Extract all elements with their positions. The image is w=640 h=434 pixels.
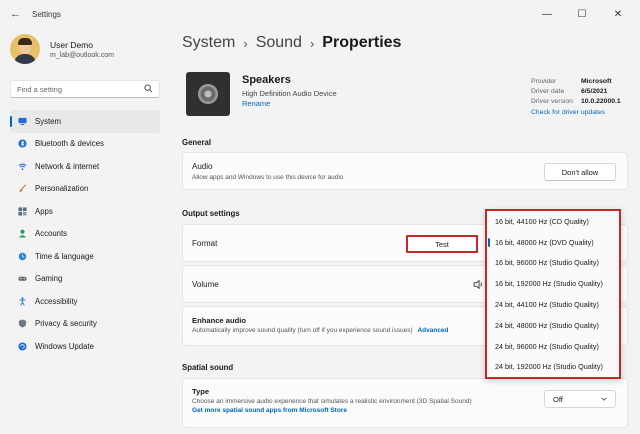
search-input[interactable]: Find a setting: [10, 80, 160, 98]
person-icon: [18, 229, 27, 238]
globe-clock-icon: [18, 252, 27, 261]
output-settings-heading: Output settings: [182, 209, 240, 218]
device-name: Speakers: [242, 74, 291, 86]
enhance-audio-subtitle: Automatically improve sound quality (tur…: [192, 327, 449, 334]
provider-value: Microsoft: [581, 77, 612, 85]
breadcrumb-system[interactable]: System: [182, 34, 235, 52]
sidebar-item-label: Accounts: [35, 229, 68, 239]
sidebar-item-time-language[interactable]: Time & language: [10, 245, 160, 268]
general-heading: General: [182, 138, 212, 147]
user-name: User Demo: [50, 39, 93, 50]
type-title: Type: [192, 387, 210, 396]
sidebar-item-label: Accessibility: [35, 296, 78, 306]
driver-date-value: 6/5/2021: [581, 87, 608, 95]
user-email: m_lab@outlook.com: [50, 51, 114, 59]
dont-allow-button[interactable]: Don't allow: [544, 163, 616, 181]
driver-date-label: Driver date: [531, 87, 565, 95]
sidebar-item-label: Apps: [35, 206, 53, 216]
sidebar-item-windows-update[interactable]: Windows Update: [10, 335, 160, 358]
sidebar-item-apps[interactable]: Apps: [10, 200, 160, 223]
advanced-link[interactable]: Advanced: [417, 327, 448, 334]
format-option[interactable]: 16 bit, 192000 Hz (Studio Quality): [487, 273, 619, 294]
spatial-sound-heading: Spatial sound: [182, 363, 234, 372]
format-option[interactable]: 24 bit, 48000 Hz (Studio Quality): [487, 315, 619, 336]
page-title: Properties: [322, 34, 402, 51]
back-arrow-icon[interactable]: ←: [10, 8, 24, 20]
format-option[interactable]: 24 bit, 192000 Hz (Studio Quality): [487, 357, 619, 378]
driver-info: Provider Microsoft Driver date 6/5/2021 Dr…: [531, 76, 621, 117]
audio-card: Audio Allow apps and Windows to use this…: [182, 152, 628, 190]
brush-icon: [19, 184, 27, 193]
nav-list: System Bluetooth & devices Network & int…: [10, 110, 160, 358]
format-dropdown: 16 bit, 44100 Hz (CD Quality) 16 bit, 48…: [485, 209, 621, 379]
spatial-type-card: Type Choose an immersive audio experienc…: [182, 378, 628, 428]
sidebar-item-accounts[interactable]: Accounts: [10, 223, 160, 246]
check-driver-updates-link[interactable]: Check for driver updates: [531, 107, 621, 117]
speaker-icon: [186, 72, 230, 116]
close-icon[interactable]: ✕: [600, 0, 636, 28]
spatial-type-value: Off: [553, 394, 563, 404]
sidebar-item-label: Bluetooth & devices: [35, 139, 104, 149]
sidebar-item-bluetooth[interactable]: Bluetooth & devices: [10, 133, 160, 156]
bluetooth-icon: [18, 139, 27, 148]
sidebar-item-personalization[interactable]: Personalization: [10, 178, 160, 201]
monitor-icon: [18, 117, 27, 125]
gamepad-icon: [18, 276, 27, 281]
chevron-down-icon: [601, 397, 607, 401]
format-option[interactable]: 24 bit, 44100 Hz (Studio Quality): [487, 294, 619, 315]
breadcrumb-sound[interactable]: Sound: [256, 34, 302, 52]
sidebar-item-label: Personalization: [35, 184, 89, 194]
shield-icon: [18, 319, 27, 328]
apps-icon: [18, 207, 27, 216]
sidebar-item-label: Time & language: [35, 251, 94, 261]
format-option[interactable]: 16 bit, 96000 Hz (Studio Quality): [487, 253, 619, 274]
volume-label: Volume: [192, 280, 219, 289]
sidebar: User Demo m_lab@outlook.com Find a setti…: [0, 28, 172, 434]
format-option[interactable]: 16 bit, 44100 Hz (CD Quality): [487, 211, 619, 232]
avatar: [10, 34, 40, 64]
test-button[interactable]: Test: [406, 235, 478, 253]
window-title: Settings: [32, 9, 61, 19]
sidebar-item-accessibility[interactable]: Accessibility: [10, 290, 160, 313]
maximize-icon[interactable]: ☐: [564, 0, 600, 28]
format-option[interactable]: 24 bit, 96000 Hz (Studio Quality): [487, 336, 619, 357]
breadcrumb-separator: ›: [243, 35, 248, 51]
sidebar-item-system[interactable]: System: [10, 110, 160, 133]
sidebar-item-label: System: [35, 116, 61, 126]
format-label: Format: [192, 239, 218, 248]
breadcrumb: System › Sound › Properties: [182, 34, 401, 52]
search-icon: [144, 84, 153, 93]
device-description: High Definition Audio Device: [242, 89, 337, 98]
title-bar: ← Settings — ☐ ✕: [0, 0, 640, 28]
driver-version-value: 10.0.22000.1: [581, 97, 621, 105]
store-link[interactable]: Get more spatial sound apps from Microso…: [192, 407, 347, 414]
format-option-selected[interactable]: 16 bit, 48000 Hz (DVD Quality): [487, 232, 619, 253]
breadcrumb-separator: ›: [309, 35, 315, 51]
sidebar-item-label: Privacy & security: [35, 319, 97, 329]
search-placeholder: Find a setting: [17, 84, 63, 94]
sidebar-item-privacy[interactable]: Privacy & security: [10, 313, 160, 336]
sidebar-item-network[interactable]: Network & internet: [10, 155, 160, 178]
volume-icon: [473, 279, 482, 290]
type-subtitle: Choose an immersive audio experience tha…: [192, 398, 472, 405]
update-icon: [18, 342, 27, 351]
sidebar-item-label: Gaming: [35, 274, 63, 284]
sidebar-item-label: Network & internet: [35, 161, 100, 171]
enhance-audio-title: Enhance audio: [192, 316, 247, 325]
minimize-icon[interactable]: —: [529, 0, 565, 28]
audio-subtitle: Allow apps and Windows to use this devic…: [192, 174, 344, 181]
sidebar-item-label: Windows Update: [35, 341, 94, 351]
wifi-icon: [18, 163, 27, 170]
sidebar-item-gaming[interactable]: Gaming: [10, 268, 160, 291]
spatial-type-select[interactable]: Off: [544, 390, 616, 408]
user-profile[interactable]: User Demo m_lab@outlook.com: [10, 34, 114, 64]
accessibility-icon: [19, 297, 26, 306]
driver-version-label: Driver version: [531, 97, 573, 105]
provider-label: Provider: [531, 77, 557, 85]
audio-title: Audio: [192, 162, 213, 171]
rename-link[interactable]: Rename: [242, 99, 270, 108]
